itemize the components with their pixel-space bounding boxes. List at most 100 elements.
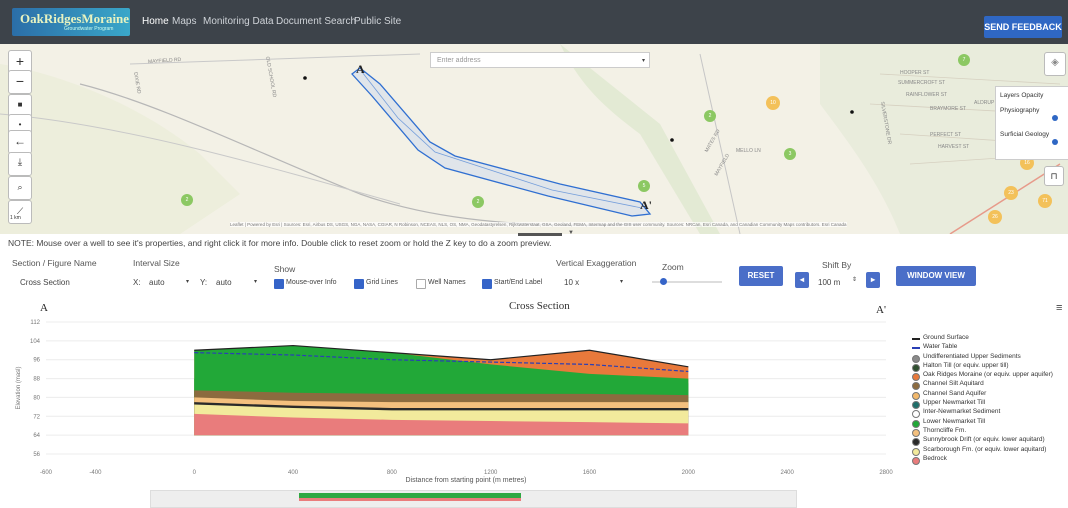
x-interval-label: X: bbox=[133, 278, 141, 287]
well-cluster[interactable]: 3 bbox=[784, 148, 796, 160]
well-cluster[interactable]: 2 bbox=[704, 110, 716, 122]
legend-item[interactable]: Undifferentiated Upper Sediments bbox=[912, 352, 1053, 363]
send-feedback-button[interactable]: SEND FEEDBACK bbox=[984, 16, 1062, 38]
legend-item[interactable]: Scarborough Fm. (or equiv. lower aquitar… bbox=[912, 445, 1053, 456]
orm-logo[interactable]: OakRidgesMoraine Groundwater Program bbox=[12, 8, 130, 36]
physiography-opacity-slider[interactable] bbox=[1052, 115, 1058, 121]
top-navigation-bar: OakRidgesMoraine Groundwater Program Hom… bbox=[0, 0, 1068, 44]
well-cluster[interactable]: 5 bbox=[638, 180, 650, 192]
usage-note: NOTE: Mouse over a well to see it's prop… bbox=[8, 238, 552, 248]
bookmark-icon[interactable]: ⊓ bbox=[1044, 166, 1064, 186]
zoom-out-button[interactable]: − bbox=[8, 70, 32, 94]
y-tick-label: 96 bbox=[33, 358, 40, 364]
y-interval-dropdown-icon[interactable]: ▾ bbox=[254, 278, 257, 285]
well-cluster[interactable]: 2 bbox=[472, 196, 484, 208]
x-tick-label: -600 bbox=[40, 470, 53, 476]
well-cluster[interactable]: 23 bbox=[1004, 186, 1018, 200]
cross-section-chart[interactable]: 112 104 96 88 80 72 64 56 -600 -400 0 400 800 1200 160… bbox=[0, 310, 910, 490]
back-arrow-icon[interactable]: ← bbox=[8, 130, 32, 154]
shift-by-input[interactable]: 100 m bbox=[818, 278, 840, 287]
interval-size-label: Interval Size bbox=[133, 258, 180, 268]
x-tick-label: 400 bbox=[288, 470, 299, 476]
chart-navigator[interactable] bbox=[150, 490, 797, 508]
start-end-label-label: Start/End Label bbox=[494, 279, 543, 286]
resize-handle[interactable] bbox=[518, 233, 562, 236]
legend-item[interactable]: Thorncliffe Fm. bbox=[912, 427, 1053, 437]
well-cluster[interactable]: 2 bbox=[181, 194, 193, 206]
well-cluster[interactable]: 26 bbox=[988, 210, 1002, 224]
x-interval-dropdown-icon[interactable]: ▾ bbox=[186, 278, 189, 285]
nav-public-site[interactable]: Public Site bbox=[354, 0, 401, 44]
legend-item[interactable]: Lower Newmarket Till bbox=[912, 418, 1053, 428]
x-axis-title: Distance from starting point (m metres) bbox=[406, 477, 527, 484]
y-tick-label: 72 bbox=[33, 414, 40, 420]
y-tick-label: 88 bbox=[33, 377, 40, 383]
chart-menu-icon[interactable]: ≡ bbox=[1056, 302, 1062, 314]
nav-document-search[interactable]: Document Search bbox=[276, 0, 356, 44]
zoom-label: Zoom bbox=[662, 262, 684, 272]
x-tick-label: 2800 bbox=[879, 470, 893, 476]
road-label: BRAYMORE ST bbox=[930, 106, 967, 112]
well-cluster[interactable]: 7 bbox=[958, 54, 970, 66]
section-start-marker[interactable]: A bbox=[356, 62, 365, 77]
nav-monitoring-data[interactable]: Monitoring Data bbox=[203, 0, 274, 44]
map-scale: 1 km bbox=[10, 215, 21, 221]
legend-label: Bedrock bbox=[923, 454, 947, 462]
legend-label: Scarborough Fm. (or equiv. lower aquitar… bbox=[923, 445, 1047, 453]
y-interval-select[interactable]: auto bbox=[216, 278, 232, 287]
layers-opacity-panel: Layers Opacity Physiography Surficial Ge… bbox=[995, 86, 1068, 160]
navigator-series-red bbox=[299, 498, 521, 501]
nav-maps[interactable]: Maps bbox=[172, 0, 196, 44]
well-cluster[interactable]: 10 bbox=[766, 96, 780, 110]
shift-right-button[interactable]: ▸ bbox=[866, 272, 880, 288]
mouse-over-info-checkbox[interactable] bbox=[274, 279, 284, 289]
nav-home[interactable]: Home bbox=[142, 0, 169, 44]
layers-icon[interactable]: ◈ bbox=[1044, 52, 1066, 76]
map-panel[interactable]: 2 7 10 2 5 3 2 16 23 71 26 MAYFIELD RD D… bbox=[0, 44, 1068, 234]
legend-label: Water Table bbox=[923, 343, 958, 351]
vertical-exaggeration-select[interactable]: 10 x bbox=[564, 278, 579, 287]
legend-item[interactable]: Sunnybrook Drift (or equiv. lower aquita… bbox=[912, 436, 1053, 447]
shift-by-label: Shift By bbox=[822, 260, 852, 270]
well-names-checkbox[interactable] bbox=[416, 279, 426, 289]
shift-stepper-icon[interactable]: ⇕ bbox=[852, 276, 857, 283]
reset-button[interactable]: RESET bbox=[739, 266, 783, 286]
legend-label: Undifferentiated Upper Sediments bbox=[923, 352, 1021, 360]
zoom-slider-handle[interactable] bbox=[660, 278, 667, 285]
legend-item[interactable]: Oak Ridges Moraine (or equiv. upper aqui… bbox=[912, 371, 1053, 382]
dropdown-caret-icon: ▾ bbox=[641, 58, 645, 64]
legend-item[interactable]: Channel Sand Aquifer bbox=[912, 389, 1053, 400]
mouse-over-info-label: Mouse-over Info bbox=[286, 279, 337, 286]
grid-lines-label: Grid Lines bbox=[366, 279, 398, 286]
vex-dropdown-icon[interactable]: ▾ bbox=[620, 278, 623, 285]
legend-item[interactable]: Bedrock bbox=[912, 454, 1053, 465]
legend-item[interactable]: Upper Newmarket Till bbox=[912, 399, 1053, 410]
search-icon[interactable]: ⌕ bbox=[8, 176, 32, 200]
legend-label: Oak Ridges Moraine (or equiv. upper aqui… bbox=[923, 371, 1053, 379]
layers-opacity-title: Layers Opacity bbox=[1000, 92, 1044, 99]
legend-item[interactable]: Channel Silt Aquitard bbox=[912, 380, 1053, 391]
x-tick-label: 1600 bbox=[583, 470, 597, 476]
legend-item[interactable]: Inter-Newmarket Sediment bbox=[912, 408, 1053, 419]
well-cluster[interactable]: 71 bbox=[1038, 194, 1052, 208]
logo-subtitle: Groundwater Program bbox=[64, 26, 114, 32]
legend-item[interactable]: Halton Till (or equiv. upper till) bbox=[912, 362, 1053, 372]
download-icon[interactable]: ⤓ bbox=[8, 152, 32, 176]
road-label: HOOPER ST bbox=[900, 70, 930, 76]
section-name-label: Section / Figure Name bbox=[12, 258, 97, 268]
legend-item[interactable]: Ground Surface bbox=[912, 334, 1053, 343]
window-view-button[interactable]: WINDOW VIEW bbox=[896, 266, 976, 286]
legend-label: Channel Sand Aquifer bbox=[923, 389, 987, 397]
section-end-marker[interactable]: A' bbox=[640, 198, 652, 213]
x-interval-select[interactable]: auto bbox=[149, 278, 165, 287]
legend-item[interactable]: Water Table bbox=[912, 343, 1053, 352]
start-end-label-checkbox[interactable] bbox=[482, 279, 492, 289]
legend-label: Channel Silt Aquitard bbox=[923, 380, 984, 388]
section-name-input[interactable]: Cross Section bbox=[20, 278, 70, 287]
road-label: PERFECT ST bbox=[930, 132, 962, 138]
shift-left-button[interactable]: ◂ bbox=[795, 272, 809, 288]
collapse-arrow-icon[interactable]: ▼ bbox=[568, 230, 574, 236]
address-search-input[interactable]: Enter address ▾ bbox=[430, 52, 650, 68]
grid-lines-checkbox[interactable] bbox=[354, 279, 364, 289]
surficial-geology-opacity-slider[interactable] bbox=[1052, 139, 1058, 145]
